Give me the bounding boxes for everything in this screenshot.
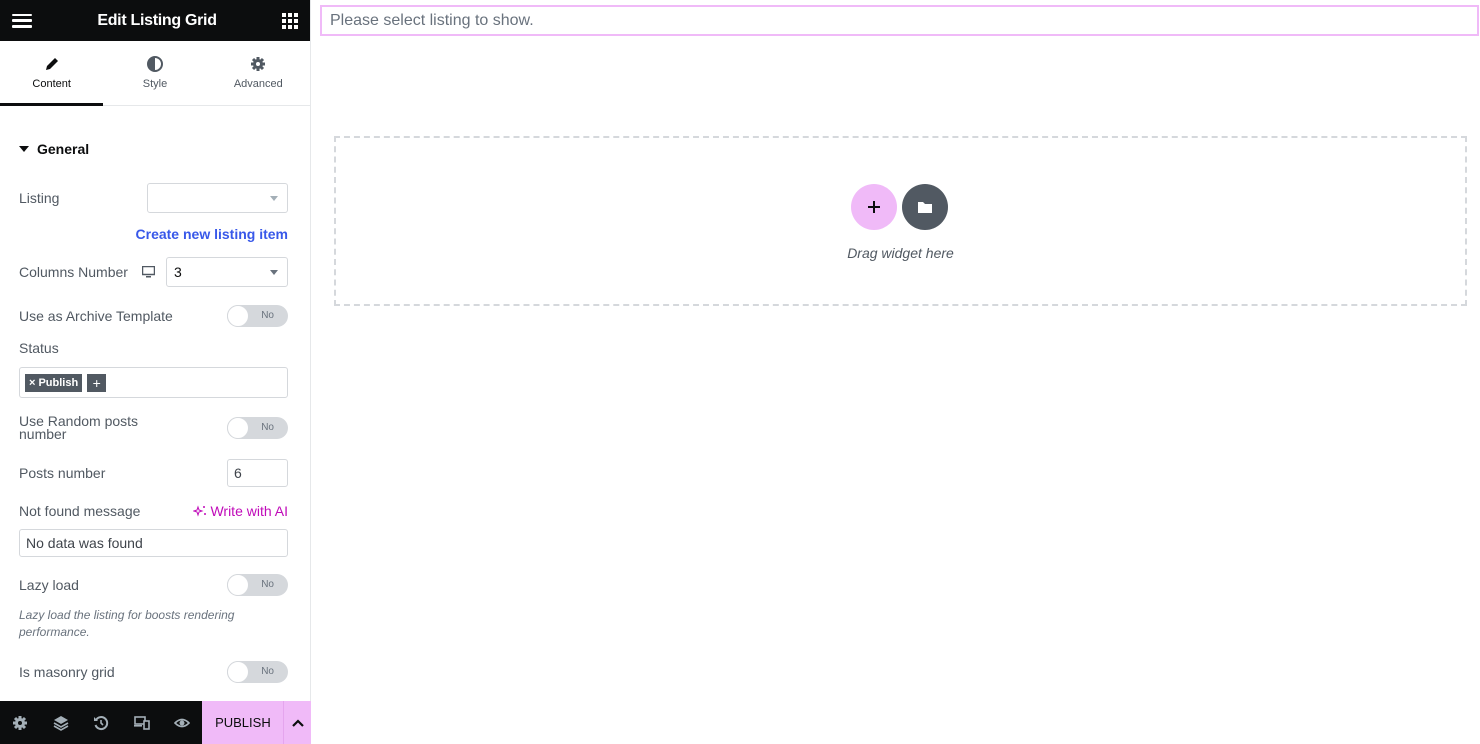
panel-footer: PUBLISH [0,701,312,744]
tab-label: Style [142,78,168,90]
folder-icon [918,202,932,213]
not-found-control: Not found message Write with AI [19,503,288,519]
controls: General Listing Create new listing item … [0,106,310,701]
columns-control: Columns Number 3 [19,257,288,287]
history-icon [94,715,109,730]
tab-label: Content [32,78,71,90]
preview-button[interactable] [162,701,202,744]
archive-label: Use as Archive Template [19,308,173,324]
remove-tag-icon[interactable]: × [29,377,35,389]
section-general-toggle[interactable]: General [19,141,288,157]
panel-header: Edit Listing Grid [0,0,310,41]
settings-button[interactable] [0,701,40,744]
status-label-row: Status [19,340,288,356]
masonry-label: Is masonry grid [19,664,115,680]
random-toggle[interactable]: No [227,417,288,439]
grid-icon[interactable] [282,12,298,29]
not-found-input[interactable]: No data was found [19,529,288,557]
drop-zone[interactable]: Drag widget here [334,136,1467,306]
pencil-icon [45,58,58,70]
responsive-icon [133,715,150,730]
panel-title: Edit Listing Grid [97,11,217,29]
listing-control: Listing [19,183,288,213]
sparkle-icon [193,505,207,517]
lazy-control: Lazy load No [19,574,288,596]
chevron-down-icon [270,196,278,201]
create-listing-link[interactable]: Create new listing item [19,226,288,242]
plus-icon [868,201,880,213]
status-tag: × Publish [25,373,83,392]
masonry-toggle[interactable]: No [227,661,288,683]
columns-label: Columns Number [19,264,128,280]
tab-style[interactable]: Style [103,41,206,105]
tab-advanced[interactable]: Advanced [207,41,310,105]
desktop-icon[interactable] [141,266,155,278]
listing-label: Listing [19,190,60,206]
random-control: Use Random posts number No [19,413,288,442]
status-select[interactable]: × Publish + [19,367,288,398]
add-section-button[interactable] [851,184,897,230]
navigator-button[interactable] [40,701,80,744]
write-with-ai-button[interactable]: Write with AI [193,503,288,519]
editor-panel: Edit Listing Grid Content Style Advanced… [0,0,312,744]
gear-icon [251,57,266,71]
lazy-label: Lazy load [19,577,79,593]
responsive-button[interactable] [121,701,161,744]
posts-number-label: Posts number [19,465,106,481]
layers-icon [53,715,69,731]
drop-zone-text: Drag widget here [847,245,954,261]
posts-number-input[interactable]: 6 [227,459,288,487]
caret-down-icon [19,146,29,152]
not-found-label: Not found message [19,503,141,519]
archive-toggle[interactable]: No [227,305,288,327]
tab-label: Advanced [233,78,283,90]
publish-button[interactable]: PUBLISH [202,701,284,744]
posts-number-control: Posts number 6 [19,459,288,487]
lazy-description: Lazy load the listing for boosts renderi… [19,608,235,639]
tab-content[interactable]: Content [0,41,104,106]
columns-value: 3 [174,264,182,280]
chevron-down-icon [270,270,278,275]
hamburger-icon[interactable] [12,13,32,28]
section-title: General [37,141,90,157]
lazy-toggle[interactable]: No [227,574,288,596]
preview-icon [174,718,191,727]
half-circle-icon [146,56,163,72]
settings-icon [13,715,28,730]
add-template-button[interactable] [902,184,948,230]
listing-select[interactable] [147,183,288,213]
masonry-control: Is masonry grid No [19,661,288,683]
history-button[interactable] [81,701,121,744]
publish-options-button[interactable] [283,701,312,744]
preview-canvas: Please select listing to show. Drag widg… [312,0,1480,744]
status-label: Status [19,340,59,356]
panel-tabs: Content Style Advanced [0,41,310,106]
archive-control: Use as Archive Template No [19,305,288,327]
add-status-button[interactable]: + [87,373,107,392]
columns-select[interactable]: 3 [166,257,288,287]
chevron-up-icon [291,718,304,727]
listing-notice[interactable]: Please select listing to show. [320,5,1479,36]
random-label: Use Random posts number [19,413,139,442]
